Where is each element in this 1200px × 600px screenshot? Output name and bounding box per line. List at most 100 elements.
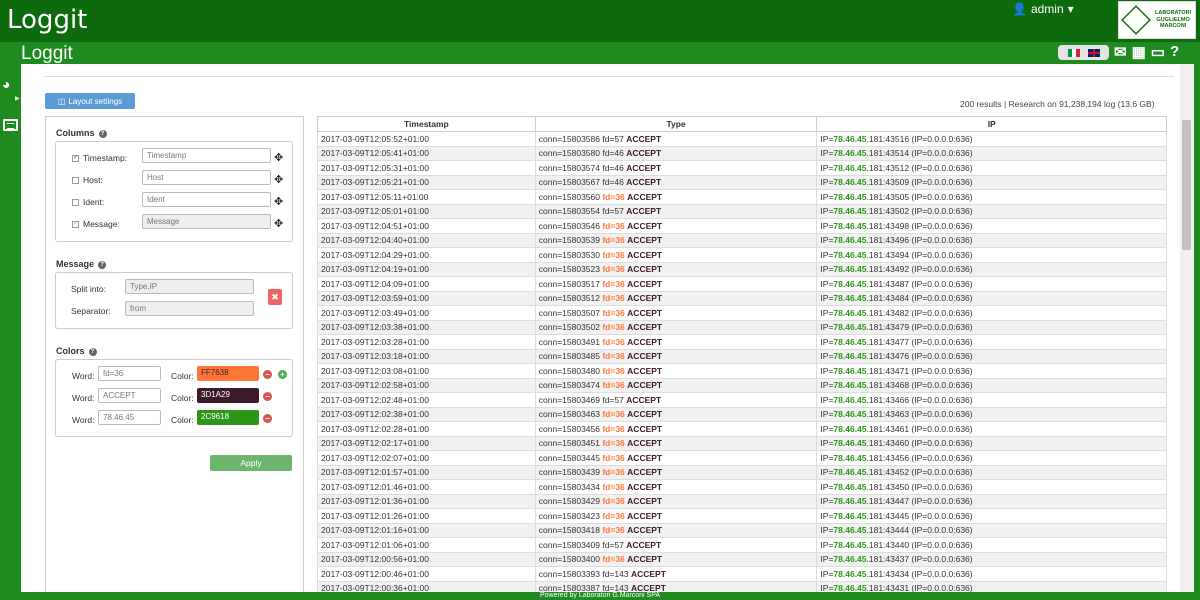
table-row[interactable]: 2017-03-09T12:02:17+01:00 conn=15803451 f… [317,435,1167,451]
word-field[interactable]: 78.46.45 [98,410,161,425]
word-field[interactable]: fd=36 [98,366,161,381]
host-checkbox[interactable] [72,176,79,184]
ident-checkbox[interactable] [72,198,79,206]
columns-icon: ◫ [57,96,66,106]
table-row[interactable]: 2017-03-09T12:05:11+01:00 conn=15803560 f… [317,189,1167,205]
table-row[interactable]: 2017-03-09T12:03:08+01:00 conn=15803480 f… [317,363,1167,379]
english-flag-icon[interactable] [1087,48,1100,57]
table-row[interactable]: 2017-03-09T12:01:46+01:00 conn=15803434 f… [317,479,1167,495]
add-color-icon[interactable]: + [278,370,287,379]
remove-split-button[interactable]: ✖ [268,289,282,305]
user-icon: 👤 [1012,2,1027,16]
cell-type: conn=15803456 fd=36 ACCEPT [534,421,818,437]
help-icon[interactable]: ? [98,129,107,138]
separator-field[interactable]: from [125,301,254,316]
monitor-icon[interactable]: ▭ [1151,43,1165,61]
table-row[interactable]: 2017-03-09T12:03:49+01:00 conn=15803507 f… [317,305,1167,321]
cell-timestamp: 2017-03-09T12:00:56+01:00 [317,551,536,567]
apply-button[interactable]: Apply [210,455,292,471]
table-row[interactable]: 2017-03-09T12:01:16+01:00 conn=15803418 f… [317,522,1167,538]
cell-type: conn=15803502 fd=36 ACCEPT [534,319,818,335]
cell-timestamp: 2017-03-09T12:01:46+01:00 [317,479,536,495]
table-row[interactable]: 2017-03-09T12:01:06+01:00 conn=15803409 f… [317,537,1167,553]
table-row[interactable]: 2017-03-09T12:04:40+01:00 conn=15803539 f… [317,232,1167,248]
move-icon[interactable]: ✥ [274,217,283,230]
table-row[interactable]: 2017-03-09T12:02:58+01:00 conn=15803474 f… [317,377,1167,393]
table-row[interactable]: 2017-03-09T12:05:01+01:00 conn=15803554 f… [317,203,1167,219]
cell-ip: IP=78.46.45.181:43445 (IP=0.0.0.0:636) [816,508,1167,524]
table-row[interactable]: 2017-03-09T12:02:07+01:00 conn=15803445 f… [317,450,1167,466]
color-swatch[interactable]: 2C9618 [197,410,259,425]
table-header: Timestamp Type IP [317,116,1167,132]
table-row[interactable]: 2017-03-09T12:04:09+01:00 conn=15803517 f… [317,276,1167,292]
move-icon[interactable]: ✥ [274,173,283,186]
cell-timestamp: 2017-03-09T12:05:01+01:00 [317,203,536,219]
table-row[interactable]: 2017-03-09T12:02:38+01:00 conn=15803463 f… [317,406,1167,422]
host-field[interactable]: Host [142,170,271,185]
ident-field[interactable]: Ident [142,192,271,207]
mail-icon[interactable]: ✉ [1114,43,1127,61]
table-row[interactable]: 2017-03-09T12:03:38+01:00 conn=15803502 f… [317,319,1167,335]
list-icon[interactable] [3,119,18,131]
table-row[interactable]: 2017-03-09T12:03:18+01:00 conn=15803485 f… [317,348,1167,364]
dashboard-icon[interactable]: ◕ [2,76,10,92]
company-logo: LABORATORI GUGLIELMO MARCONI [1118,1,1196,39]
move-icon[interactable]: ✥ [274,151,283,164]
remove-color-icon[interactable]: − [263,370,272,379]
table-row[interactable]: 2017-03-09T12:02:28+01:00 conn=15803456 f… [317,421,1167,437]
user-name: admin [1030,2,1064,16]
table-row[interactable]: 2017-03-09T12:05:21+01:00 conn=15803567 f… [317,174,1167,190]
cell-type: conn=15803530 fd=36 ACCEPT [534,247,818,263]
table-row[interactable]: 2017-03-09T12:05:41+01:00 conn=15803580 f… [317,145,1167,161]
layout-settings-button[interactable]: ◫ Layout settings [45,93,135,109]
cell-type: conn=15803491 fd=36 ACCEPT [534,334,818,350]
table-row[interactable]: 2017-03-09T12:04:29+01:00 conn=15803530 f… [317,247,1167,263]
cell-ip: IP=78.46.45.181:43452 (IP=0.0.0.0:636) [816,464,1167,480]
help-icon[interactable]: ? [1170,43,1179,61]
color-label: Color: [171,393,194,403]
italian-flag-icon[interactable] [1067,48,1080,57]
logo-text: LABORATORI GUGLIELMO MARCONI [1155,10,1192,30]
table-row[interactable]: 2017-03-09T12:01:57+01:00 conn=15803439 f… [317,464,1167,480]
table-row[interactable]: 2017-03-09T12:05:31+01:00 conn=15803574 f… [317,160,1167,176]
cell-type: conn=15803445 fd=36 ACCEPT [534,450,818,466]
message-checkbox[interactable]: ✓ [72,220,79,228]
scrollbar-thumb[interactable] [1182,120,1191,250]
col-header-type[interactable]: Type [534,116,818,132]
color-swatch[interactable]: 3D1A29 [197,388,259,403]
grid-icon[interactable]: ▦ [1132,43,1146,61]
language-switch[interactable] [1058,45,1109,60]
help-icon[interactable]: ? [88,347,97,356]
col-header-timestamp[interactable]: Timestamp [317,116,536,132]
color-swatch[interactable]: FF7638 [197,366,259,381]
table-row[interactable]: 2017-03-09T12:03:59+01:00 conn=15803512 f… [317,290,1167,306]
brand-title[interactable]: Loggit [7,5,87,35]
message-field[interactable]: Message [142,214,271,229]
table-row[interactable]: 2017-03-09T12:04:19+01:00 conn=15803523 f… [317,261,1167,277]
help-icon[interactable]: ? [98,260,107,269]
table-row[interactable]: 2017-03-09T12:03:28+01:00 conn=15803491 f… [317,334,1167,350]
table-row[interactable]: 2017-03-09T12:01:36+01:00 conn=15803429 f… [317,493,1167,509]
col-header-ip[interactable]: IP [816,116,1167,132]
table-row[interactable]: 2017-03-09T12:00:46+01:00 conn=15803393 f… [317,566,1167,582]
table-row[interactable]: 2017-03-09T12:00:56+01:00 conn=15803400 f… [317,551,1167,567]
move-icon[interactable]: ✥ [274,195,283,208]
timestamp-field[interactable]: Timestamp [142,148,271,163]
word-field[interactable]: ACCEPT [98,388,161,403]
remove-color-icon[interactable]: − [263,392,272,401]
table-row[interactable]: 2017-03-09T12:00:36+01:00 conn=15803387 f… [317,580,1167,592]
table-row[interactable]: 2017-03-09T12:04:51+01:00 conn=15803546 f… [317,218,1167,234]
cell-timestamp: 2017-03-09T12:02:38+01:00 [317,406,536,422]
timestamp-checkbox[interactable]: ✓ [72,154,79,162]
cell-timestamp: 2017-03-09T12:03:18+01:00 [317,348,536,364]
table-row[interactable]: 2017-03-09T12:02:48+01:00 conn=15803469 f… [317,392,1167,408]
scrollbar[interactable] [1180,64,1194,592]
table-row[interactable]: 2017-03-09T12:01:26+01:00 conn=15803423 f… [317,508,1167,524]
cell-type: conn=15803429 fd=36 ACCEPT [534,493,818,509]
remove-color-icon[interactable]: − [263,414,272,423]
table-row[interactable]: 2017-03-09T12:05:52+01:00 conn=15803586 f… [317,131,1167,147]
cell-ip: IP=78.46.45.181:43450 (IP=0.0.0.0:636) [816,479,1167,495]
cell-timestamp: 2017-03-09T12:00:46+01:00 [317,566,536,582]
user-menu[interactable]: 👤 admin ▾ [1012,2,1074,16]
split-into-field[interactable]: Type,IP [125,279,254,294]
